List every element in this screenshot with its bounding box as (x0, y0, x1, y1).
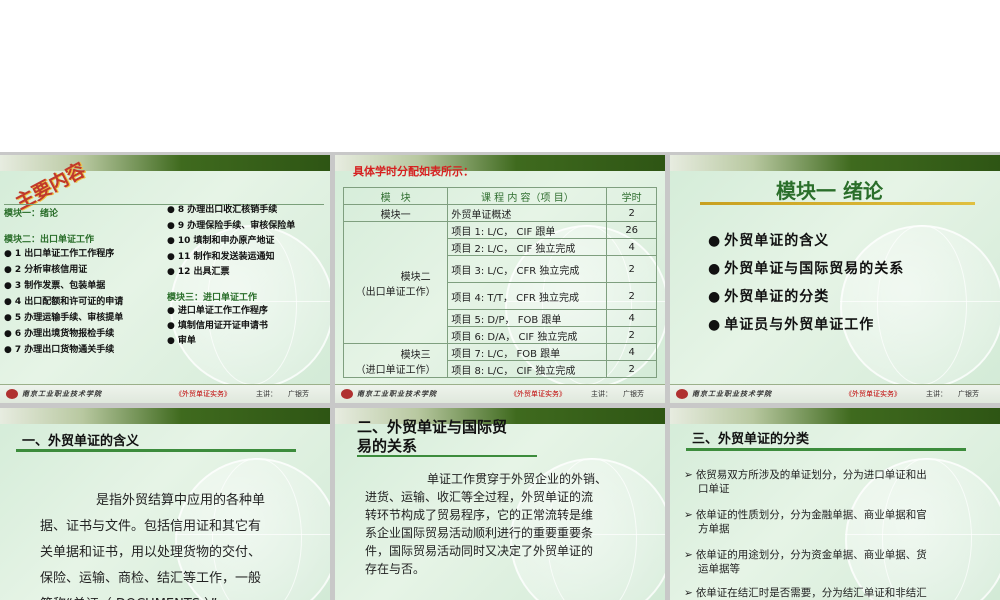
definition-title: 一、外贸单证的含义 (22, 430, 139, 449)
list-item: 9 办理保险手续、审核保险单 (167, 219, 295, 235)
list-item: 填制信用证开证申请书 (167, 319, 268, 334)
list-item-line2: 方单据 (684, 522, 927, 536)
list-item-line1: 依单证的用途划分，分为资金单据、商业单据、货 (684, 548, 927, 562)
title-underline (357, 455, 537, 457)
list-item-line2: 运单据等 (684, 562, 927, 576)
list-item: 外贸单证的含义 (708, 227, 904, 255)
slide-main-contents[interactable]: 主要内容 模块一：绪论 模块二：出口单证工作 1 出口单证工作工作程序2 分析审… (0, 155, 330, 403)
header-content: 课 程 内 容（项 目） (448, 188, 607, 205)
footer-lecturer-name: 广银芳 (288, 389, 309, 399)
relationship-title-line1: 二、外贸单证与国际贸 (357, 416, 507, 437)
slide-footer: 南京工业职业技术学院 《外贸单证实务》 主讲： 广银芳 (670, 384, 1000, 403)
school-logo-icon (6, 389, 18, 399)
paragraph-line: 存在与否。 (365, 560, 607, 578)
list-item: 7 办理出口货物通关手续 (4, 342, 123, 358)
table-row: 模块一 外贸单证概述 2 (344, 205, 657, 222)
list-item: 1 出口单证工作工作程序 (4, 246, 123, 262)
list-item-line1: 依贸易双方所涉及的单证划分，分为进口单证和出 (684, 468, 927, 482)
slide-header-bar (670, 408, 1000, 424)
list-item: 单证员与外贸单证工作 (708, 311, 904, 339)
school-logo-icon (341, 389, 353, 399)
module-one-title: 模块一 绪论 (776, 175, 883, 204)
table-row: 模块二 （出口单证工作） 项目 1: L/C， CIF 跟单 26 (344, 222, 657, 239)
slide-footer: 南京工业职业技术学院 《外贸单证实务》 主讲： 广银芳 (335, 384, 665, 403)
paragraph-line: 简称“单证（ DOCUMENTS ）”。 (40, 592, 265, 600)
list-item: 进口单证工作工作程序 (167, 304, 268, 319)
list-item: 11 制作和发送装运通知 (167, 250, 295, 266)
list-item: 12 出具汇票 (167, 265, 295, 281)
footer-course: 《外贸单证实务》 (175, 389, 231, 399)
paragraph-line: 据、证书与文件。包括信用证和其它有 (40, 514, 265, 540)
paragraph-line: 系企业国际贸易活动顺利进行的重要重要条 (365, 524, 607, 542)
paragraph-line: 保险、运输、商检、结汇等工作，一般 (40, 566, 265, 592)
list-item: 审单 (167, 334, 268, 349)
list-item: 外贸单证的分类 (708, 283, 904, 311)
school-logo-icon (676, 389, 688, 399)
slide-classification[interactable]: 三、外贸单证的分类 依贸易双方所涉及的单证划分，分为进口单证和出口单证依单证的性… (670, 408, 1000, 600)
list-item-line1: 依单证的性质划分，分为金融单据、商业单据和官 (684, 508, 927, 522)
list-item: 4 出口配额和许可证的申请 (4, 294, 123, 310)
title-underline (16, 449, 296, 452)
paragraph-line: 是指外贸结算中应用的各种单 (40, 488, 265, 514)
list-item: 5 办理运输手续、审核提单 (4, 310, 123, 326)
slide-relationship[interactable]: 二、外贸单证与国际贸 易的关系 单证工作贯穿于外贸企业的外销、进货、运输、收汇等… (335, 408, 665, 600)
paragraph-line: 进货、运输、收汇等全过程，外贸单证的流 (365, 488, 607, 506)
list-item: 依单证的性质划分，分为金融单据、商业单据和官方单据 (684, 508, 927, 536)
module3-label: 模块三：进口单证工作 (167, 290, 257, 303)
header-module: 模 块 (344, 188, 448, 205)
paragraph-line: 关单据和证书，用以处理货物的交付、 (40, 540, 265, 566)
schedule-title: 具体学时分配如表所示： (353, 163, 474, 179)
footer-lecturer-label: 主讲： (256, 389, 277, 399)
module3-cell: 模块三 （进口单证工作） (344, 344, 448, 378)
title-underline (700, 202, 975, 205)
slide-header-bar (0, 408, 330, 424)
paragraph-line: 件，国际贸易活动同时又决定了外贸单证的 (365, 542, 607, 560)
header-hours: 学时 (607, 188, 657, 205)
slide-definition[interactable]: 一、外贸单证的含义 是指外贸结算中应用的各种单据、证书与文件。包括信用证和其它有… (0, 408, 330, 600)
list-item: 外贸单证与国际贸易的关系 (708, 255, 904, 283)
paragraph-line: 单证工作贯穿于外贸企业的外销、 (365, 470, 607, 488)
slide-header-bar (670, 155, 1000, 171)
list-item: 依单证的用途划分，分为资金单据、商业单据、货运单据等 (684, 548, 927, 576)
list-item-line1: 依单证在结汇时是否需要，分为结汇单证和非结汇 (684, 586, 927, 600)
module1-label: 模块一：绪论 (4, 206, 58, 219)
paragraph-line: 转环节构成了贸易程序，它的正常流转是维 (365, 506, 607, 524)
title-underline (686, 448, 966, 451)
slide-schedule-table[interactable]: 具体学时分配如表所示： 模 块 课 程 内 容（项 目） 学时 模块一 外贸单证… (335, 155, 665, 403)
relationship-title-line2: 易的关系 (357, 435, 417, 456)
list-item: 依贸易双方所涉及的单证划分，分为进口单证和出口单证 (684, 468, 927, 496)
list-item: 2 分析审核信用证 (4, 262, 123, 278)
schedule-table: 模 块 课 程 内 容（项 目） 学时 模块一 外贸单证概述 2 模块二 （出口… (343, 187, 657, 378)
list-item: 6 办理出境货物报检手续 (4, 326, 123, 342)
list-item: 3 制作发票、包装单据 (4, 278, 123, 294)
slide-module-one[interactable]: 模块一 绪论 外贸单证的含义外贸单证与国际贸易的关系外贸单证的分类单证员与外贸单… (670, 155, 1000, 403)
footer-school: 南京工业职业技术学院 (22, 389, 102, 399)
module2-cell: 模块二 （出口单证工作） (344, 222, 448, 344)
list-item: 10 填制和申办原产地证 (167, 234, 295, 250)
list-item: 8 办理出口收汇核销手续 (167, 203, 295, 219)
list-item-line2: 口单证 (684, 482, 927, 496)
list-item: 依单证在结汇时是否需要，分为结汇单证和非结汇 (684, 586, 927, 600)
classification-title: 三、外贸单证的分类 (692, 428, 809, 447)
slide-footer: 南京工业职业技术学院 《外贸单证实务》 主讲： 广银芳 (0, 384, 330, 403)
table-row: 模块三 （进口单证工作） 项目 7: L/C， FOB 跟单 4 (344, 344, 657, 361)
module2-label: 模块二：出口单证工作 (4, 232, 94, 245)
